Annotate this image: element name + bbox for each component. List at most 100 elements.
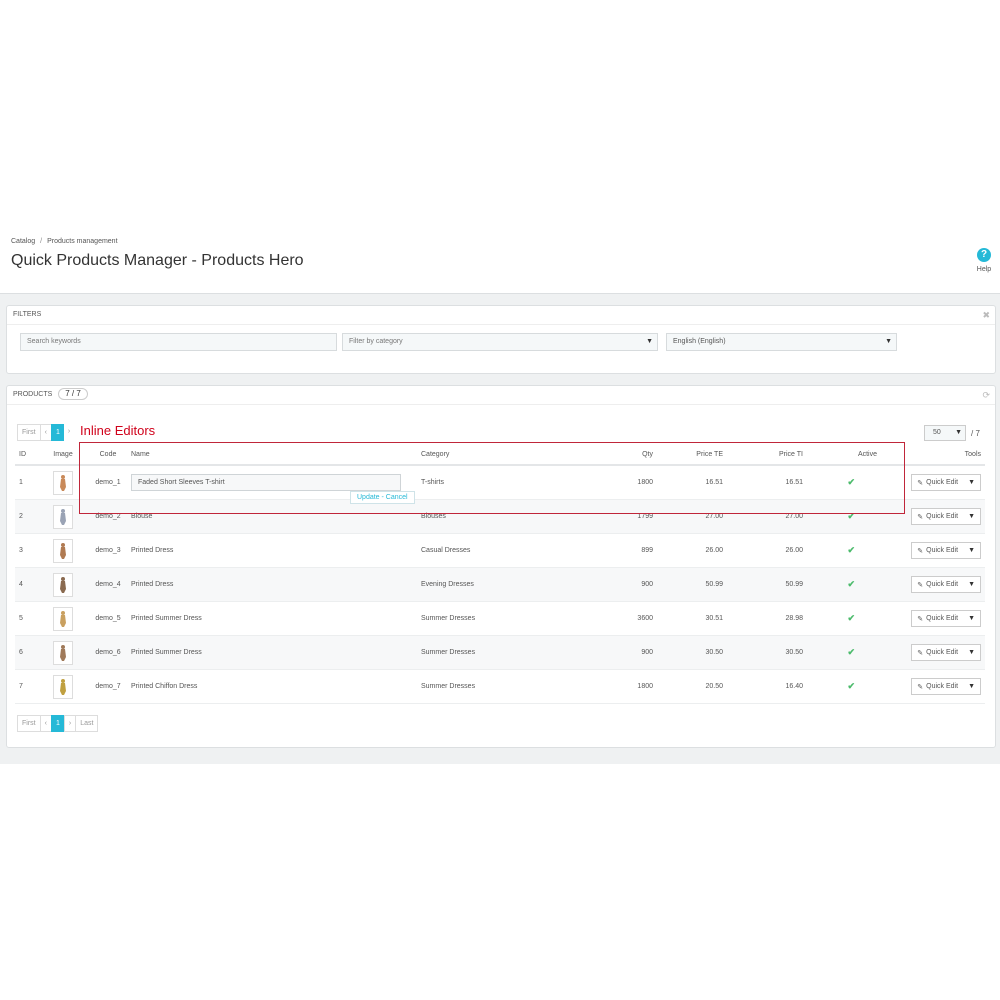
- col-category[interactable]: Category: [417, 444, 577, 466]
- product-category[interactable]: T-shirts: [417, 465, 577, 500]
- product-price-te[interactable]: 20.50: [657, 669, 737, 704]
- product-price-te[interactable]: 16.51: [657, 465, 737, 500]
- per-page-select[interactable]: 50 ▼: [924, 425, 966, 441]
- product-price-ti[interactable]: 30.50: [737, 635, 817, 670]
- product-price-te[interactable]: 26.00: [657, 533, 737, 568]
- quick-edit-button[interactable]: ✎ Quick Edit ▼: [911, 508, 981, 525]
- search-keywords-input[interactable]: Search keywords: [20, 333, 337, 351]
- caret-down-icon[interactable]: ▼: [963, 479, 980, 486]
- product-code[interactable]: demo_5: [89, 601, 127, 636]
- inline-name-editor[interactable]: Faded Short Sleeves T-shirt: [131, 474, 401, 491]
- caret-down-icon[interactable]: ▼: [963, 649, 980, 656]
- product-code[interactable]: demo_6: [89, 635, 127, 670]
- product-category[interactable]: Evening Dresses: [417, 567, 577, 602]
- pagination-page-1[interactable]: 1: [50, 715, 65, 732]
- breadcrumb-item-catalog[interactable]: Catalog: [11, 238, 35, 245]
- product-active[interactable]: ✔: [817, 499, 887, 534]
- col-active[interactable]: Active: [817, 444, 887, 466]
- col-price-te[interactable]: Price TE: [657, 444, 737, 466]
- page-header: Catalog / Products management Quick Produc…: [0, 230, 1000, 294]
- product-price-ti[interactable]: 16.40: [737, 669, 817, 704]
- product-code[interactable]: demo_4: [89, 567, 127, 602]
- language-select[interactable]: English (English) ▼: [666, 333, 897, 351]
- quick-edit-main[interactable]: ✎ Quick Edit: [912, 513, 963, 521]
- product-qty[interactable]: 1799: [577, 499, 657, 534]
- product-qty[interactable]: 899: [577, 533, 657, 568]
- product-active[interactable]: ✔: [817, 533, 887, 568]
- product-price-te[interactable]: 30.51: [657, 601, 737, 636]
- quick-edit-button[interactable]: ✎ Quick Edit ▼: [911, 644, 981, 661]
- product-category[interactable]: Casual Dresses: [417, 533, 577, 568]
- product-qty[interactable]: 1800: [577, 669, 657, 704]
- category-filter-select[interactable]: Filter by category ▼: [342, 333, 658, 351]
- pagination-next[interactable]: ›: [63, 424, 75, 441]
- col-price-ti[interactable]: Price TI: [737, 444, 817, 466]
- product-name[interactable]: Printed Summer Dress: [131, 649, 202, 656]
- product-qty[interactable]: 900: [577, 567, 657, 602]
- caret-down-icon[interactable]: ▼: [963, 615, 980, 622]
- quick-edit-main[interactable]: ✎ Quick Edit: [912, 683, 963, 691]
- product-active[interactable]: ✔: [817, 635, 887, 670]
- product-price-ti[interactable]: 50.99: [737, 567, 817, 602]
- col-code[interactable]: Code: [89, 444, 127, 466]
- quick-edit-main[interactable]: ✎ Quick Edit: [912, 615, 963, 623]
- quick-edit-button[interactable]: ✎ Quick Edit ▼: [911, 610, 981, 627]
- quick-edit-main[interactable]: ✎ Quick Edit: [912, 479, 963, 487]
- product-name[interactable]: Printed Dress: [131, 547, 173, 554]
- products-panel: Products 7 / 7 ⟳ First ‹ 1 › Inline Edit…: [6, 385, 996, 748]
- product-category[interactable]: Blouses: [417, 499, 577, 534]
- product-category[interactable]: Summer Dresses: [417, 601, 577, 636]
- product-active[interactable]: ✔: [817, 669, 887, 704]
- product-price-ti[interactable]: 27.00: [737, 499, 817, 534]
- product-image-cell: [37, 601, 89, 636]
- quick-edit-button[interactable]: ✎ Quick Edit ▼: [911, 678, 981, 695]
- product-price-ti[interactable]: 28.98: [737, 601, 817, 636]
- caret-down-icon[interactable]: ▼: [963, 513, 980, 520]
- pagination-last[interactable]: Last: [75, 715, 99, 732]
- pagination-first[interactable]: First: [17, 715, 41, 732]
- pagination-first[interactable]: First: [17, 424, 41, 441]
- product-name[interactable]: Printed Summer Dress: [131, 615, 202, 622]
- help-button[interactable]: ? Help: [976, 248, 992, 273]
- product-code[interactable]: demo_1: [89, 465, 127, 500]
- product-code[interactable]: demo_3: [89, 533, 127, 568]
- product-id: 7: [15, 669, 37, 704]
- product-qty[interactable]: 3600: [577, 601, 657, 636]
- pagination-page-1[interactable]: 1: [50, 424, 65, 441]
- caret-down-icon[interactable]: ▼: [963, 683, 980, 690]
- quick-edit-button[interactable]: ✎ Quick Edit ▼: [911, 576, 981, 593]
- product-name[interactable]: Printed Dress: [131, 581, 173, 588]
- product-category[interactable]: Summer Dresses: [417, 635, 577, 670]
- product-name[interactable]: Printed Chiffon Dress: [131, 683, 197, 690]
- breadcrumb-item-products-management[interactable]: Products management: [47, 238, 117, 245]
- table-header-row: ID Image Code Name Category Qty Price TE…: [15, 444, 985, 466]
- product-code[interactable]: demo_7: [89, 669, 127, 704]
- quick-edit-main[interactable]: ✎ Quick Edit: [912, 649, 963, 657]
- quick-edit-main[interactable]: ✎ Quick Edit: [912, 581, 963, 589]
- caret-down-icon[interactable]: ▼: [963, 581, 980, 588]
- product-price-te[interactable]: 50.99: [657, 567, 737, 602]
- product-active[interactable]: ✔: [817, 601, 887, 636]
- caret-down-icon[interactable]: ▼: [963, 547, 980, 554]
- product-price-te[interactable]: 30.50: [657, 635, 737, 670]
- product-price-ti[interactable]: 16.51: [737, 465, 817, 500]
- quick-edit-label: Quick Edit: [926, 581, 959, 588]
- quick-edit-button[interactable]: ✎ Quick Edit ▼: [911, 542, 981, 559]
- close-icon[interactable]: ✖: [982, 306, 990, 324]
- refresh-icon[interactable]: ⟳: [982, 386, 990, 404]
- quick-edit-button[interactable]: ✎ Quick Edit ▼: [911, 474, 981, 491]
- product-active[interactable]: ✔: [817, 567, 887, 602]
- product-price-te[interactable]: 27.00: [657, 499, 737, 534]
- product-qty[interactable]: 900: [577, 635, 657, 670]
- quick-edit-main[interactable]: ✎ Quick Edit: [912, 547, 963, 555]
- update-cancel-button[interactable]: Update - Cancel: [350, 491, 415, 504]
- product-active[interactable]: ✔: [817, 465, 887, 500]
- col-id[interactable]: ID: [15, 444, 37, 466]
- product-category[interactable]: Summer Dresses: [417, 669, 577, 704]
- product-price-ti[interactable]: 26.00: [737, 533, 817, 568]
- col-name[interactable]: Name: [127, 444, 417, 466]
- product-name[interactable]: Blouse: [131, 513, 152, 520]
- product-code[interactable]: demo_2: [89, 499, 127, 534]
- col-qty[interactable]: Qty: [577, 444, 657, 466]
- product-qty[interactable]: 1800: [577, 465, 657, 500]
